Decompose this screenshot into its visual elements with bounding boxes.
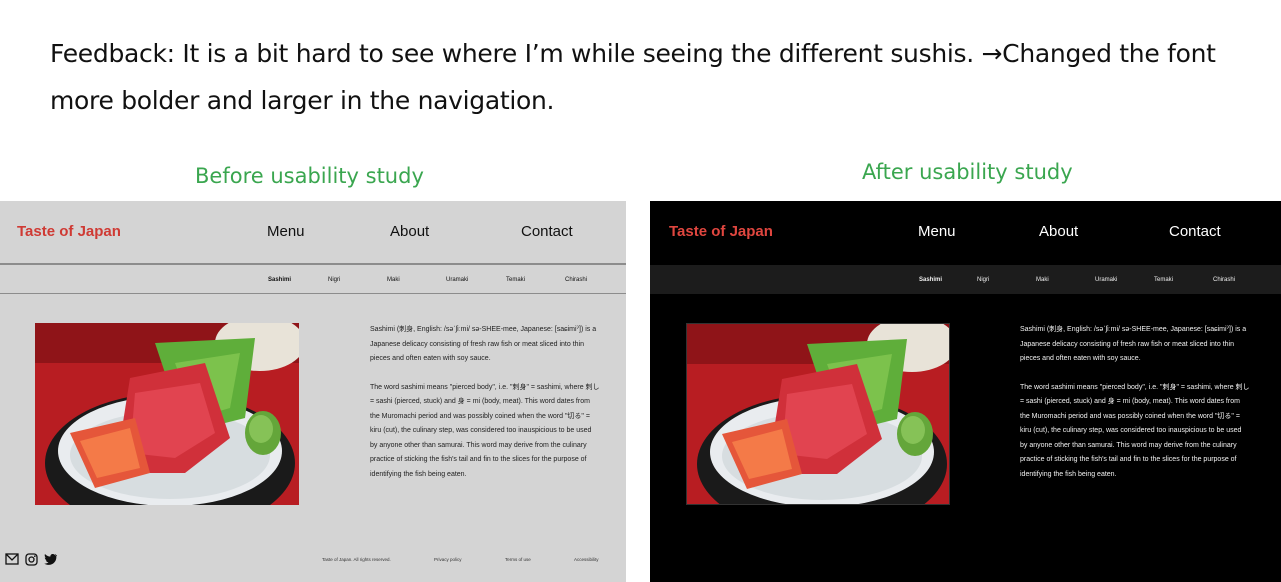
nav-contact[interactable]: Contact [1169,223,1221,240]
top-navigation: Taste of Japan Menu About Contact [650,201,1281,265]
top-navigation: Taste of Japan Menu About Contact [0,201,626,265]
social-icons [5,553,58,566]
mail-icon[interactable] [5,553,19,566]
subnav-chirashi[interactable]: Chirashi [565,277,587,283]
description-paragraph: The word sashimi means "pierced body", i… [1020,383,1250,478]
subnav-sashimi[interactable]: Sashimi [919,277,942,283]
description-paragraph: Sashimi (刺身, English: /səˈʃiːmi/ sə-SHEE… [370,326,597,362]
sashimi-description: Sashimi (刺身, English: /səˈʃiːmi/ sə-SHEE… [1020,323,1250,482]
brand-logo[interactable]: Taste of Japan [17,223,121,240]
nav-menu[interactable]: Menu [918,223,956,240]
subnav-uramaki[interactable]: Uramaki [446,277,468,283]
instagram-icon[interactable] [25,553,38,566]
subnav-uramaki[interactable]: Uramaki [1095,277,1117,283]
sashimi-description: Sashimi (刺身, English: /səˈʃiːmi/ sə-SHEE… [370,323,600,482]
description-paragraph: Sashimi (刺身, English: /səˈʃiːmi/ sə-SHEE… [1020,326,1247,362]
nav-contact[interactable]: Contact [521,223,573,240]
after-screenshot: Taste of Japan Menu About Contact Sashim… [650,201,1281,582]
description-paragraph: The word sashimi means "pierced body", i… [370,383,600,478]
footer-copyright: Taste of Japan. All rights reserved. [322,557,391,562]
subnav-sashimi[interactable]: Sashimi [268,277,291,283]
brand-logo[interactable]: Taste of Japan [669,223,773,240]
footer-terms-link[interactable]: Terms of use [505,557,531,562]
footer: Taste of Japan. All rights reserved. Pri… [0,551,626,571]
nav-about[interactable]: About [1039,223,1078,240]
subnav-nigri[interactable]: Nigri [977,277,989,283]
subnav-nigri[interactable]: Nigri [328,277,340,283]
before-caption: Before usability study [195,164,424,188]
subnav-maki[interactable]: Maki [387,277,400,283]
sushi-subnav: Sashimi Nigri Maki Uramaki Temaki Chiras… [650,265,1281,294]
subnav-maki[interactable]: Maki [1036,277,1049,283]
footer-privacy-link[interactable]: Privacy policy [434,557,462,562]
subnav-temaki[interactable]: Temaki [506,277,525,283]
feedback-text: Feedback: It is a bit hard to see where … [50,39,1216,115]
sushi-subnav: Sashimi Nigri Maki Uramaki Temaki Chiras… [0,267,626,294]
nav-about[interactable]: About [390,223,429,240]
footer-accessibility-link[interactable]: Accessibility [574,557,599,562]
twitter-icon[interactable] [44,553,58,566]
after-caption: After usability study [862,160,1073,184]
sashimi-photo [686,323,950,505]
before-screenshot: Taste of Japan Menu About Contact Sashim… [0,201,626,582]
subnav-temaki[interactable]: Temaki [1154,277,1173,283]
nav-menu[interactable]: Menu [267,223,305,240]
subnav-chirashi[interactable]: Chirashi [1213,277,1235,283]
sashimi-photo [35,323,299,505]
